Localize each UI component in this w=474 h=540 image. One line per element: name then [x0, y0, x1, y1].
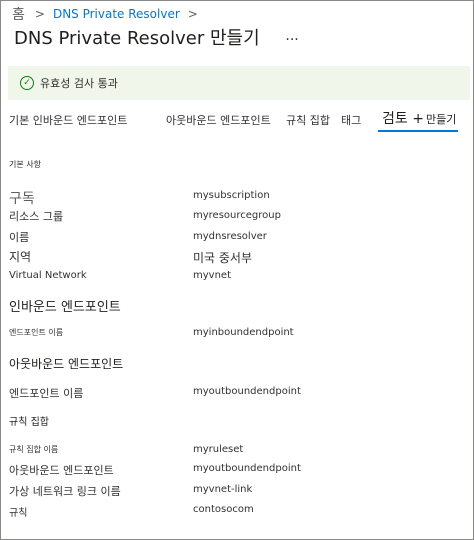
basics-heading: 기본 사항 [9, 160, 41, 169]
value-ruleset-name: myruleset [193, 444, 244, 455]
label-outbound-endpoint-name: 엔드포인트 이름 [9, 387, 84, 400]
active-tab-indicator [378, 130, 458, 132]
value-subscription: mysubscription [193, 190, 270, 201]
value-inbound-endpoint-name: myinboundendpoint [193, 327, 294, 338]
label-inbound-endpoint-name: 엔드포인트 이름 [9, 328, 64, 337]
tab-review-create[interactable]: 검토 + 만들기 [382, 108, 456, 128]
more-options-icon[interactable]: ··· [285, 32, 298, 48]
tab-basics-inbound[interactable]: 기본 인바운드 엔드포인트 [9, 112, 127, 128]
label-subscription: 구독 [9, 191, 35, 207]
page-title: DNS Private Resolver 만들기 [14, 28, 260, 49]
page-title-bar: DNS Private Resolver 만들기 ··· [14, 24, 299, 50]
value-name: mydnsresolver [193, 231, 267, 242]
validation-banner: ✓ 유효성 검사 통과 [8, 66, 470, 100]
validation-text: 유효성 검사 통과 [40, 77, 118, 90]
breadcrumb-dns-private-resolver[interactable]: DNS Private Resolver [53, 7, 180, 21]
label-ruleset-name: 규칙 집합 이름 [9, 445, 59, 454]
value-rules: contosocom [193, 504, 254, 515]
tab-tags[interactable]: 태그 [341, 112, 361, 128]
label-rules: 규칙 [9, 508, 28, 519]
value-region: 미국 중서부 [193, 251, 253, 265]
tab-ruleset[interactable]: 규칙 집합 [286, 112, 330, 128]
label-resource-group: 리소스 그룹 [9, 210, 64, 223]
label-virtual-network: Virtual Network [9, 270, 87, 281]
label-ruleset-outbound-endpoint: 아웃바운드 엔드포인트 [9, 464, 114, 477]
inbound-heading: 인바운드 엔드포인트 [9, 300, 121, 315]
value-vnet-link-name: myvnet-link [193, 484, 253, 495]
ruleset-heading: 규칙 집합 [9, 417, 49, 428]
value-resource-group: myresourcegroup [193, 210, 281, 221]
tab-outbound-endpoints[interactable]: 아웃바운드 엔드포인트 [166, 112, 271, 128]
checkmark-circle-icon: ✓ [20, 76, 34, 90]
value-ruleset-outbound-endpoint: myoutboundendpoint [193, 463, 301, 474]
label-name: 이름 [9, 231, 30, 244]
breadcrumb-home[interactable]: 홈 [12, 4, 25, 24]
chevron-right-icon: > [187, 7, 198, 21]
outbound-heading: 아웃바운드 엔드포인트 [9, 357, 124, 371]
breadcrumb: 홈 > DNS Private Resolver > [12, 4, 198, 24]
value-virtual-network: myvnet [193, 270, 231, 281]
value-outbound-endpoint-name: myoutboundendpoint [193, 386, 301, 397]
tab-review-label: 검토 + [382, 111, 424, 127]
tab-review-sub-label: 만들기 [425, 113, 457, 126]
breadcrumb-separator: > [34, 7, 45, 21]
label-region: 지역 [9, 250, 32, 264]
label-vnet-link-name: 가상 네트워크 링크 이름 [9, 485, 121, 498]
